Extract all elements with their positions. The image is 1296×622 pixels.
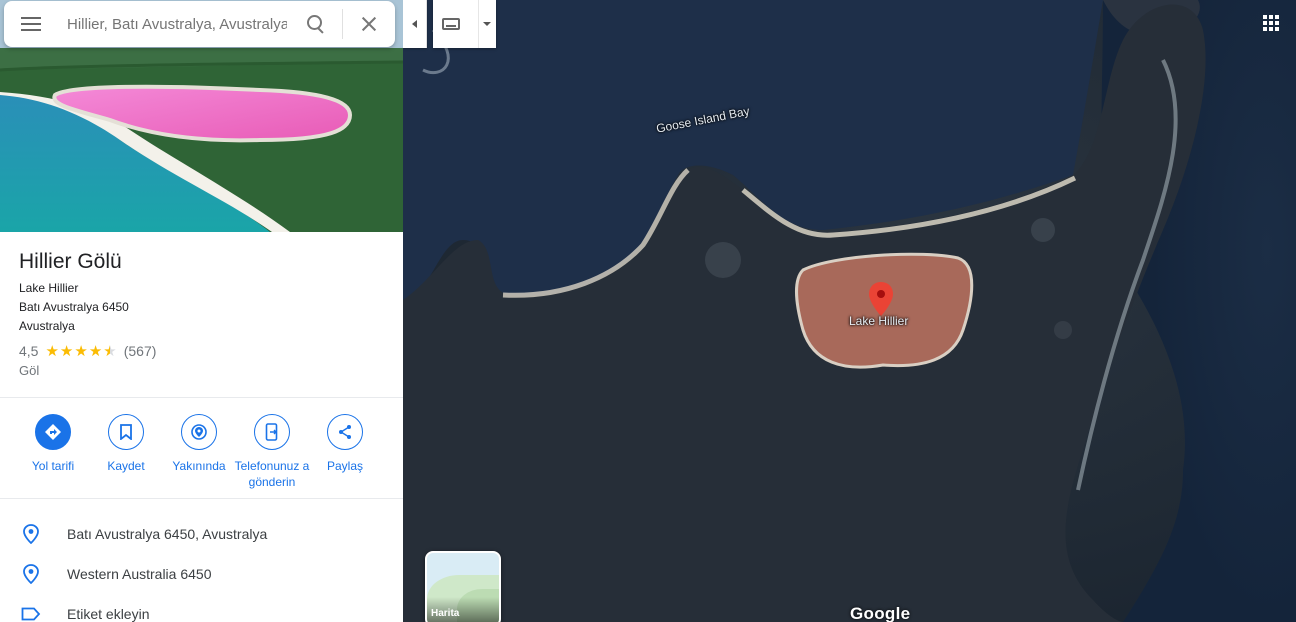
nearby-button[interactable]: Yakınında	[159, 414, 239, 474]
directions-icon	[35, 414, 71, 450]
place-type[interactable]: Göl	[19, 363, 39, 378]
location-marker-icon[interactable]	[869, 282, 893, 316]
map-layer-toggle[interactable]: Harita	[425, 551, 501, 622]
google-logo: Google	[850, 604, 911, 622]
location-text: Western Australia 6450	[67, 566, 212, 582]
maps-app: Goose Island Bay Lake Hillier Google Har…	[0, 0, 1296, 622]
plus-code-row[interactable]: Western Australia 6450	[0, 557, 403, 591]
rating-row: 4,5 ★ ★ ★ ★ ★ (567)	[19, 342, 156, 360]
search-input[interactable]	[67, 15, 287, 33]
star-icon: ★	[74, 343, 88, 360]
save-button[interactable]: Kaydet	[86, 414, 166, 474]
action-label: Kaydet	[107, 459, 145, 473]
share-button[interactable]: Paylaş	[305, 414, 385, 474]
keyboard-icon[interactable]	[442, 18, 460, 30]
location-pin-icon	[20, 524, 42, 544]
apps-grid-icon[interactable]	[1263, 15, 1279, 31]
add-label-row[interactable]: Etiket ekleyin	[0, 597, 403, 622]
search-bar	[4, 1, 395, 47]
send-to-phone-button[interactable]: Telefonunuz a gönderin	[232, 414, 312, 490]
address-line: Batı Avustralya 6450	[19, 300, 129, 314]
star-icon: ★	[45, 343, 59, 360]
address-row[interactable]: Batı Avustralya 6450, Avustralya	[0, 517, 403, 551]
share-icon	[327, 414, 363, 450]
divider	[0, 397, 403, 398]
search-icon[interactable]	[307, 15, 325, 33]
map-terrain	[403, 0, 1296, 622]
place-panel: Hillier Gölü Lake Hillier Batı Avustraly…	[0, 0, 403, 622]
star-icon: ★	[88, 343, 103, 360]
lake-label[interactable]: Lake Hillier	[849, 314, 908, 328]
divider	[342, 9, 343, 39]
location-pin-icon	[20, 564, 42, 584]
nearby-icon	[181, 414, 217, 450]
review-count-link[interactable]: (567)	[124, 343, 157, 359]
half-star-icon: ★	[103, 343, 117, 360]
add-label-text: Etiket ekleyin	[67, 606, 150, 622]
send-to-phone-icon	[254, 414, 290, 450]
bookmark-icon	[108, 414, 144, 450]
address-text: Batı Avustralya 6450, Avustralya	[67, 526, 268, 542]
collapse-panel-button[interactable]	[403, 0, 427, 48]
address-line: Lake Hillier	[19, 281, 79, 295]
place-title: Hillier Gölü	[19, 250, 122, 273]
star-icon: ★	[59, 343, 74, 360]
divider	[0, 498, 403, 499]
rating-value: 4,5	[19, 343, 39, 359]
satellite-map[interactable]: Goose Island Bay Lake Hillier Google	[403, 0, 1296, 622]
close-icon[interactable]	[361, 16, 377, 32]
divider	[478, 0, 479, 48]
caret-down-icon[interactable]	[483, 22, 491, 26]
layer-label: Harita	[431, 608, 460, 619]
action-label: Telefonunuz a gönderin	[234, 459, 310, 489]
label-icon	[20, 607, 42, 621]
input-tools-button[interactable]	[433, 0, 496, 48]
action-label: Yol tarifi	[31, 459, 75, 473]
caret-left-icon	[412, 20, 417, 28]
address-line: Avustralya	[19, 319, 75, 333]
action-label: Paylaş	[326, 459, 364, 473]
directions-button[interactable]: Yol tarifi	[13, 414, 93, 474]
menu-icon[interactable]	[21, 17, 41, 31]
action-label: Yakınında	[172, 459, 226, 473]
